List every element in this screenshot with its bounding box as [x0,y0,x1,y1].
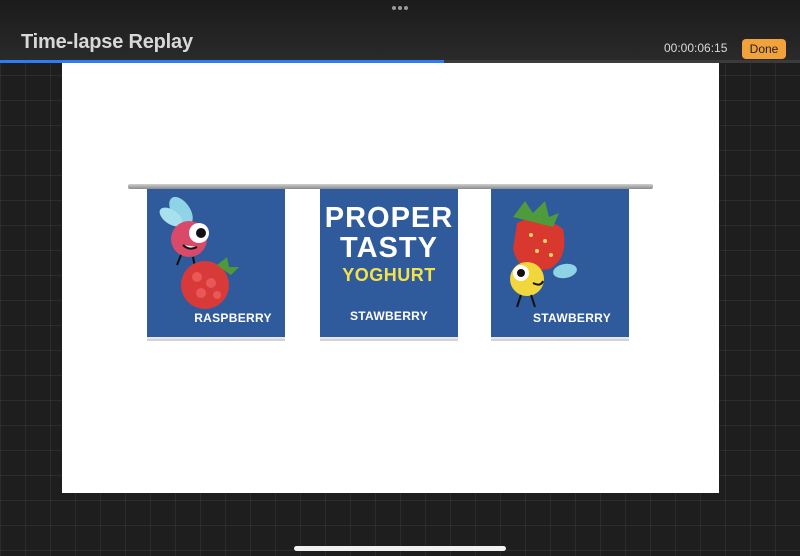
brand-line-tasty: TASTY [340,232,438,264]
flavor-label: STAWBERRY [532,311,612,325]
home-indicator[interactable] [294,546,506,551]
yoghurt-cup-raspberry: RASPBERRY [147,189,285,337]
flavor-label: STAWBERRY [349,309,429,323]
top-bar: Time-lapse Replay 00:00:06:15 Done [0,0,800,60]
timecode-readout: 00:00:06:15 [664,41,728,55]
flavor-label: RASPBERRY [194,311,272,325]
more-options-icon[interactable] [392,4,408,12]
brand-logo: PROPER TASTY YOGHURT [320,203,458,287]
yoghurt-cup-brand: PROPER TASTY YOGHURT STAWBERRY [320,189,458,337]
page-title: Time-lapse Replay [21,31,193,53]
brand-line-yoghurt: YOGHURT [342,265,436,285]
yoghurt-cup-strawberry: STAWBERRY [491,189,629,337]
timelapse-replay-screen: Time-lapse Replay 00:00:06:15 Done RASPB… [0,0,800,556]
brand-line-proper: PROPER [324,202,454,234]
done-button[interactable]: Done [742,39,786,59]
artwork-canvas: RASPBERRY PROPER TASTY YOGHURT STAWBERRY [62,63,719,493]
